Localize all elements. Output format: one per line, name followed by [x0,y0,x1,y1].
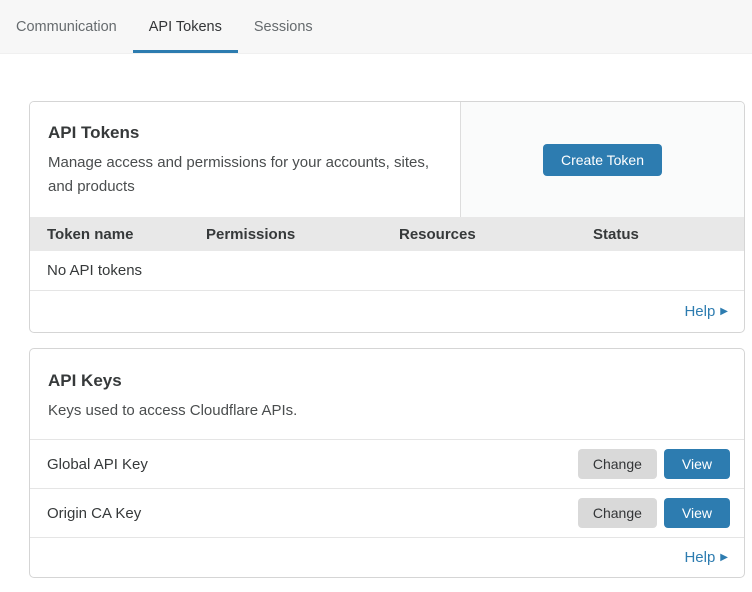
api-tokens-card-footer: Help ▶ [30,291,744,332]
token-table-header-permissions: Permissions [206,226,399,243]
help-arrow-icon: ▶ [720,306,728,317]
global-api-key-view-button[interactable]: View [664,449,730,479]
token-table-header-token-name: Token name [47,226,206,243]
token-table-empty-row: No API tokens [30,251,744,291]
api-tokens-help-link[interactable]: Help ▶ [684,303,728,320]
api-keys-card: API Keys Keys used to access Cloudflare … [29,348,745,578]
token-table-empty-message: No API tokens [47,262,142,279]
tab-sessions-label: Sessions [254,19,313,35]
help-arrow-icon: ▶ [720,552,728,563]
api-keys-description: Keys used to access Cloudflare APIs. [48,399,726,423]
tab-api-tokens-label: API Tokens [149,19,222,35]
tab-sessions[interactable]: Sessions [238,0,329,53]
global-api-key-row: Global API Key Change View [30,439,744,488]
create-token-button[interactable]: Create Token [543,144,662,176]
origin-ca-key-change-button[interactable]: Change [578,498,657,528]
origin-ca-key-actions: Change View [578,498,730,528]
global-api-key-label: Global API Key [47,456,148,473]
origin-ca-key-view-button[interactable]: View [664,498,730,528]
api-tokens-card-header-right: Create Token [461,102,744,217]
token-table-header-resources: Resources [399,226,593,243]
tab-communication-label: Communication [16,19,117,35]
token-table-header-row: Token name Permissions Resources Status [30,217,744,251]
origin-ca-key-row: Origin CA Key Change View [30,488,744,537]
api-tokens-card-header-left: API Tokens Manage access and permissions… [30,102,461,217]
origin-ca-key-label: Origin CA Key [47,505,141,522]
api-tokens-description: Manage access and permissions for your a… [48,151,440,199]
tab-api-tokens[interactable]: API Tokens [133,0,238,53]
api-keys-help-label: Help [684,549,715,566]
tab-bar: Communication API Tokens Sessions [0,0,752,54]
api-keys-card-footer: Help ▶ [30,537,744,577]
global-api-key-actions: Change View [578,449,730,479]
api-tokens-title: API Tokens [48,121,440,145]
token-table-header-status: Status [593,226,744,243]
api-tokens-card-header: API Tokens Manage access and permissions… [30,102,744,217]
api-keys-help-link[interactable]: Help ▶ [684,549,728,566]
tab-communication[interactable]: Communication [0,0,133,53]
settings-content: API Tokens Manage access and permissions… [0,101,752,578]
global-api-key-change-button[interactable]: Change [578,449,657,479]
api-tokens-card: API Tokens Manage access and permissions… [29,101,745,333]
api-tokens-help-label: Help [684,303,715,320]
api-keys-card-header: API Keys Keys used to access Cloudflare … [30,349,744,439]
api-keys-title: API Keys [48,369,726,393]
